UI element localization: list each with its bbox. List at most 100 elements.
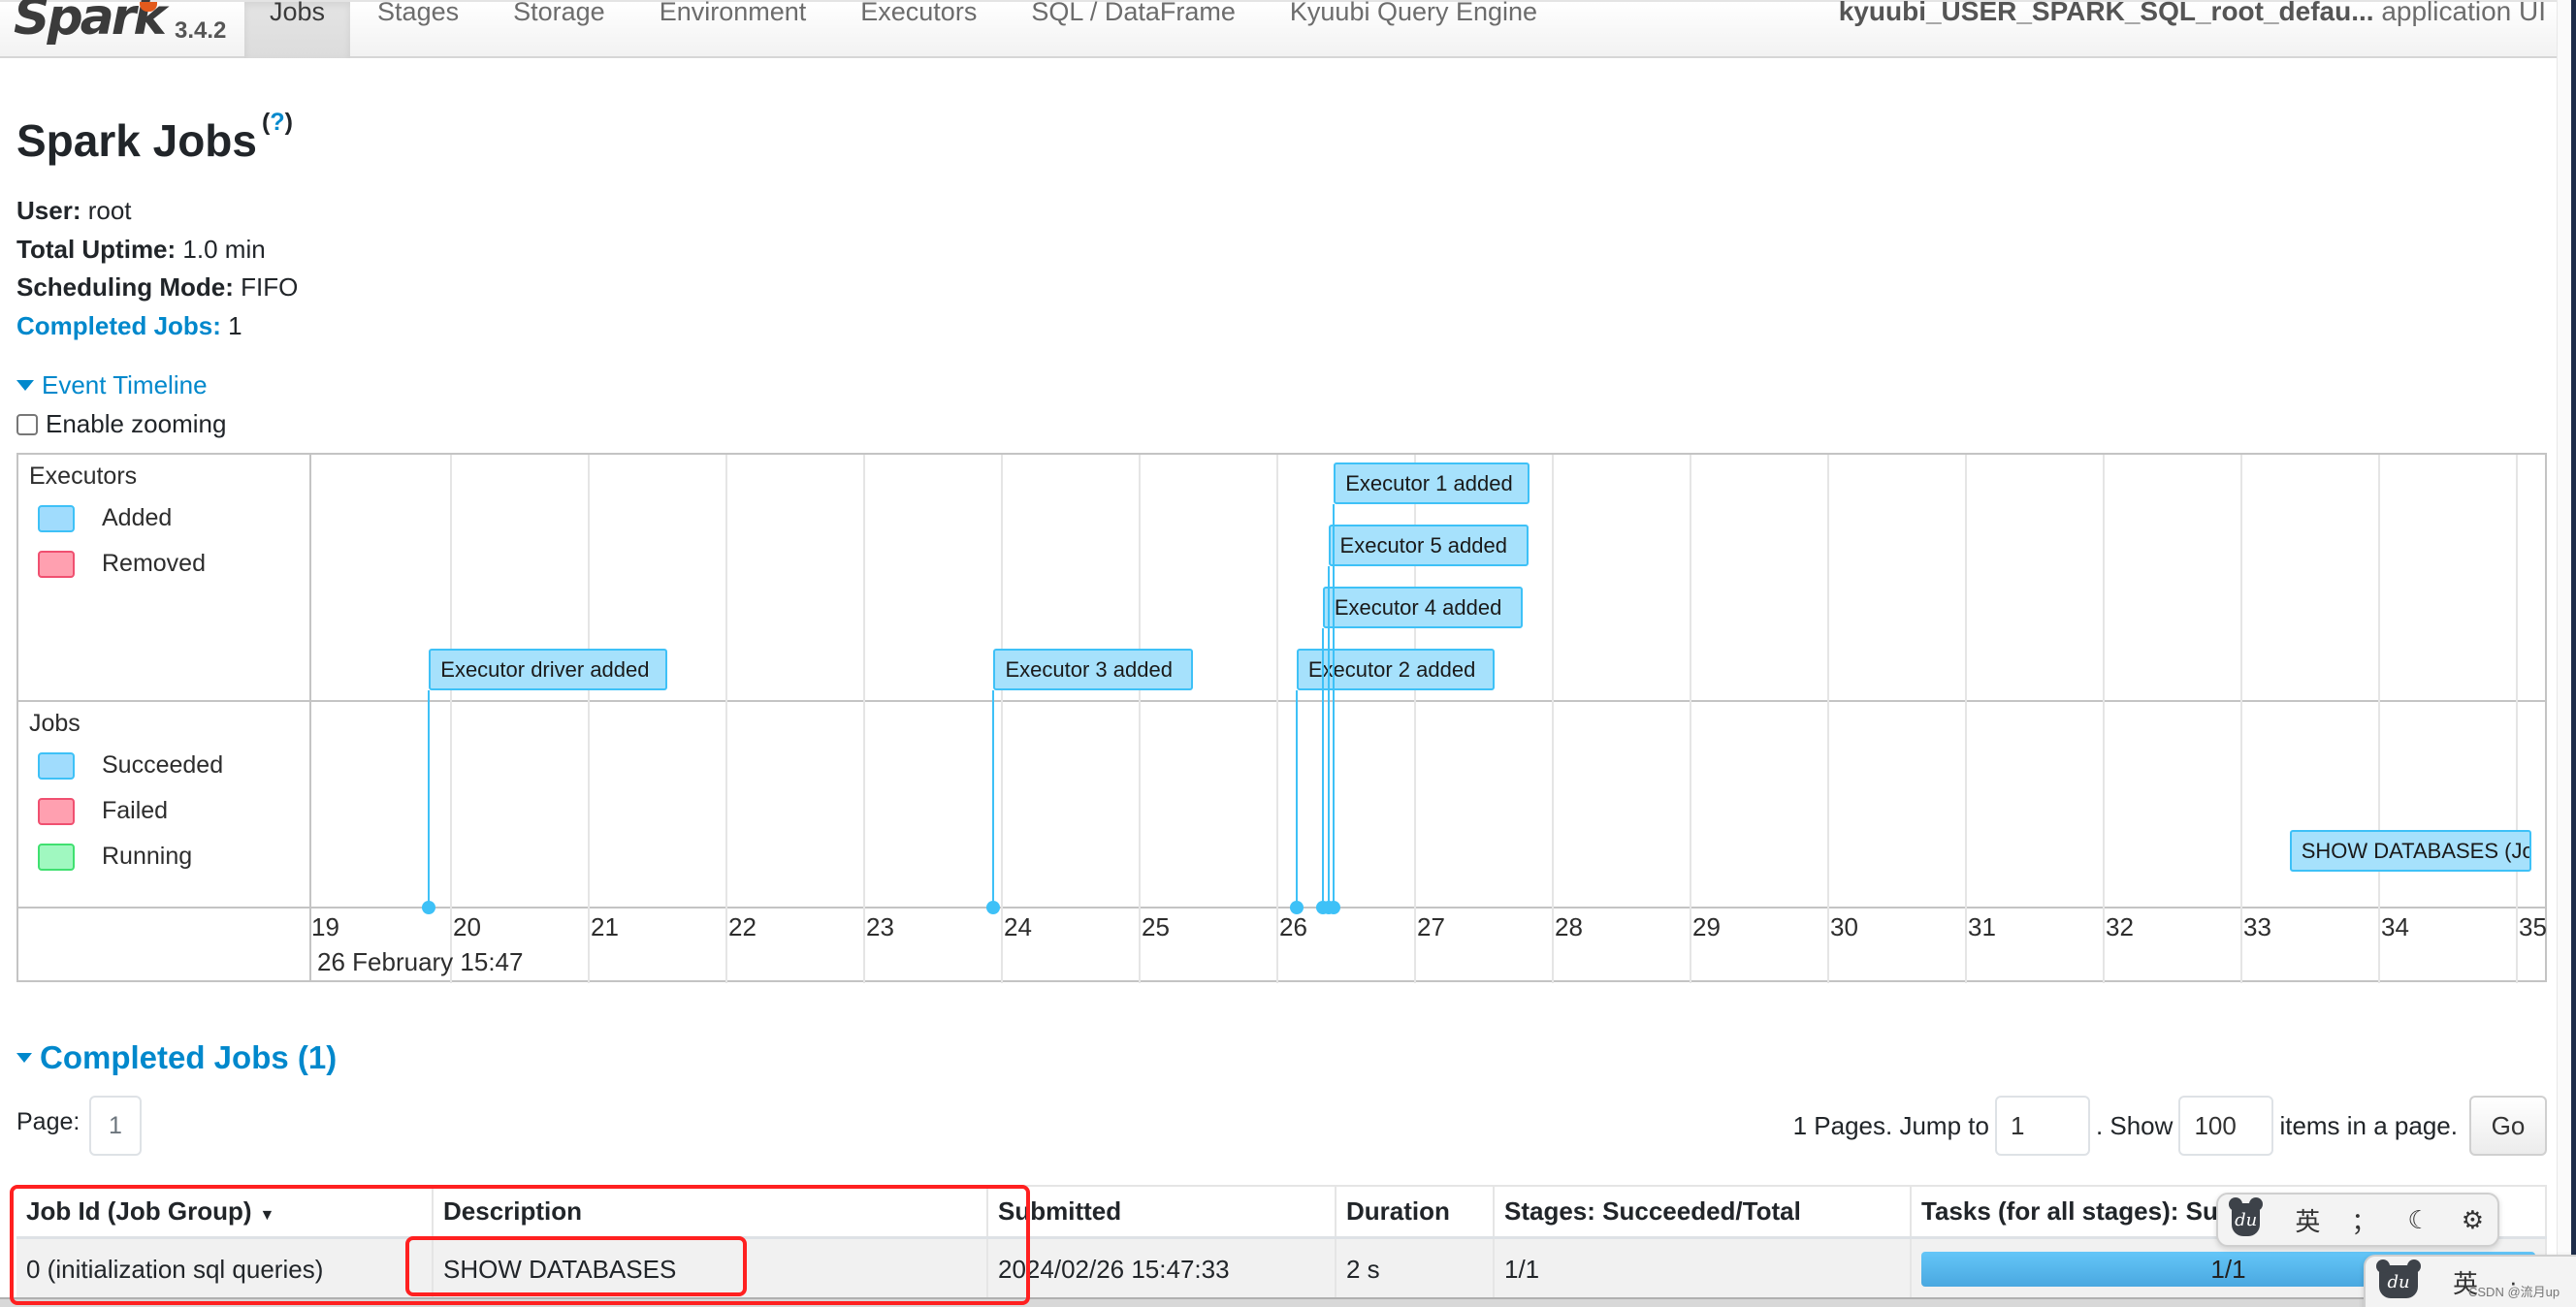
help-link[interactable]: (?) [262, 109, 293, 148]
column-label-job-id: Job Id (Job Group) [26, 1195, 252, 1226]
timeline-gridline [1552, 455, 1554, 983]
enable-zooming-checkbox[interactable] [16, 413, 38, 435]
timeline-legend-column: Executors Added Removed Jobs Succeeded F… [18, 455, 311, 980]
timeline-gridline [2516, 455, 2518, 983]
tab-sql-dataframe[interactable]: SQL / DataFrame [1004, 0, 1263, 58]
jobs-group-title: Jobs [29, 710, 80, 737]
baidu-ime-logo-icon: du [2228, 1197, 2264, 1236]
executor-event-box[interactable]: Executor 4 added [1322, 587, 1523, 628]
event-timeline[interactable]: Executors Added Removed Jobs Succeeded F… [16, 453, 2547, 983]
items-text: items in a page. [2279, 1110, 2458, 1140]
column-header-stages[interactable]: Stages: Succeeded/Total [1494, 1185, 1912, 1239]
app-title: kyuubi_USER_SPARK_SQL_root_defau... appl… [1839, 0, 2546, 25]
axis-tick-label: 35 [2519, 912, 2547, 941]
executor-event-box[interactable]: Executor 3 added [993, 649, 1194, 690]
summary-scheduling: Scheduling Mode: FIFO [16, 269, 298, 307]
tab-kyuubi-query-engine[interactable]: Kyuubi Query Engine [1263, 0, 1564, 58]
navbar: Spark 3.4.2 Jobs Stages Storage Environm… [0, 0, 2571, 58]
ime-punctuation-toggle[interactable]: ； [2351, 1202, 2376, 1238]
legend-added: Added [38, 504, 172, 532]
executor-event-dot[interactable] [1289, 901, 1304, 914]
executor-event-line [428, 690, 431, 907]
timeline-gridline [1965, 455, 1967, 983]
page-size-input[interactable] [2178, 1096, 2274, 1156]
timeline-gridline [1690, 455, 1691, 983]
paging-controls: 1 Pages. Jump to . Show items in a page.… [1793, 1096, 2547, 1156]
axis-tick-label: 20 [453, 912, 481, 941]
go-button[interactable]: Go [2469, 1096, 2547, 1156]
timeline-plot[interactable]: 19 20 21 22 23 24 25 26 27 28 29 30 31 32 33 34 35 26 Feb… [311, 455, 2547, 983]
cell-description[interactable]: SHOW DATABASES [433, 1237, 988, 1300]
nav-tabs: Jobs Stages Storage Environment Executor… [244, 0, 1564, 58]
column-header-description[interactable]: Description [433, 1185, 988, 1239]
sort-desc-icon[interactable]: ▼ [260, 1207, 275, 1224]
column-header-submitted[interactable]: Submitted [987, 1185, 1336, 1239]
legend-label-failed: Failed [102, 797, 169, 824]
axis-tick-label: 29 [1692, 912, 1721, 941]
legend-swatch-removed [38, 550, 75, 578]
axis-tick-label: 25 [1142, 912, 1170, 941]
cell-submitted: 2024/02/26 15:47:33 [987, 1237, 1336, 1300]
user-label: User: [16, 196, 81, 225]
cell-job-id: 0 (initialization sql queries) [16, 1237, 434, 1300]
event-timeline-toggle[interactable]: Event Timeline [16, 370, 208, 400]
axis-tick-label: 24 [1004, 912, 1032, 941]
ime-toolbar[interactable]: du 英 ； ☾ ⚙ [2216, 1193, 2499, 1247]
summary-completed: Completed Jobs: 1 [16, 307, 298, 346]
executor-event-dot[interactable] [986, 901, 1001, 914]
column-header-job-id[interactable]: Job Id (Job Group) ▼ [16, 1185, 434, 1239]
tab-environment[interactable]: Environment [632, 0, 834, 58]
uptime-label: Total Uptime: [16, 234, 177, 264]
legend-label-running: Running [102, 843, 193, 870]
timeline-gridline [2378, 455, 2380, 983]
executor-event-dot[interactable] [1327, 901, 1341, 914]
executor-event-line [1327, 566, 1330, 907]
completed-jobs-toggle[interactable]: Completed Jobs (1) [16, 1039, 337, 1076]
axis-tick-label: 23 [866, 912, 894, 941]
executor-event-dot[interactable] [422, 901, 436, 914]
legend-label-removed: Removed [102, 550, 206, 577]
moon-icon[interactable]: ☾ [2407, 1205, 2430, 1235]
column-header-duration[interactable]: Duration [1336, 1185, 1495, 1239]
timeline-gridline [450, 455, 452, 983]
axis-tick-label: 34 [2381, 912, 2409, 941]
legend-failed: Failed [38, 797, 168, 825]
completed-jobs-link[interactable]: Completed Jobs: [16, 311, 221, 340]
page-1-button[interactable]: 1 [89, 1096, 142, 1156]
job-event-box[interactable]: SHOW DATABASES (Job 0) [2289, 830, 2531, 872]
ime-mode-toggle[interactable]: 英 [2295, 1202, 2320, 1238]
executor-event-box[interactable]: Executor 1 added [1334, 462, 1530, 504]
legend-running: Running [38, 843, 192, 871]
jump-to-page-input[interactable] [1994, 1096, 2090, 1156]
legend-swatch-running [38, 843, 75, 871]
tab-jobs[interactable]: Jobs [244, 0, 351, 58]
tab-stages[interactable]: Stages [350, 0, 486, 58]
help-icon[interactable]: ? [270, 109, 284, 136]
executor-event-box[interactable]: Executor 5 added [1328, 525, 1529, 566]
executor-event-box[interactable]: Executor driver added [429, 649, 668, 690]
legend-swatch-added [38, 504, 75, 532]
executor-event-box[interactable]: Executor 2 added [1296, 649, 1495, 690]
gear-icon[interactable]: ⚙ [2462, 1205, 2484, 1235]
table-header-row: Job Id (Job Group) ▼ Description Submitte… [16, 1185, 2547, 1239]
completed-jobs-table: Job Id (Job Group) ▼ Description Submitte… [16, 1185, 2547, 1300]
caret-down-icon [16, 1053, 32, 1063]
axis-tick-label: 26 [1279, 912, 1307, 941]
executor-event-line [992, 690, 995, 907]
caret-down-icon [16, 380, 34, 391]
bottom-window-edge [0, 1297, 2576, 1307]
tab-storage[interactable]: Storage [486, 0, 632, 58]
legend-removed: Removed [38, 550, 206, 578]
help-paren-close: ) [284, 109, 293, 136]
baidu-ime-logo-icon: du [2376, 1259, 2421, 1298]
enable-zooming[interactable]: Enable zooming [16, 409, 226, 439]
app-name: kyuubi_USER_SPARK_SQL_root_defau... [1838, 0, 2374, 26]
timeline-gridline [725, 455, 727, 983]
pages-text: 1 Pages. Jump to [1792, 1110, 1989, 1140]
tab-executors[interactable]: Executors [833, 0, 1004, 58]
scrollbar-track[interactable] [2557, 0, 2571, 1307]
completed-jobs-title: Completed Jobs (1) [40, 1039, 338, 1075]
timeline-gridline [1001, 455, 1003, 983]
timeline-gridline [1276, 455, 1278, 983]
summary-uptime: Total Uptime: 1.0 min [16, 231, 298, 270]
